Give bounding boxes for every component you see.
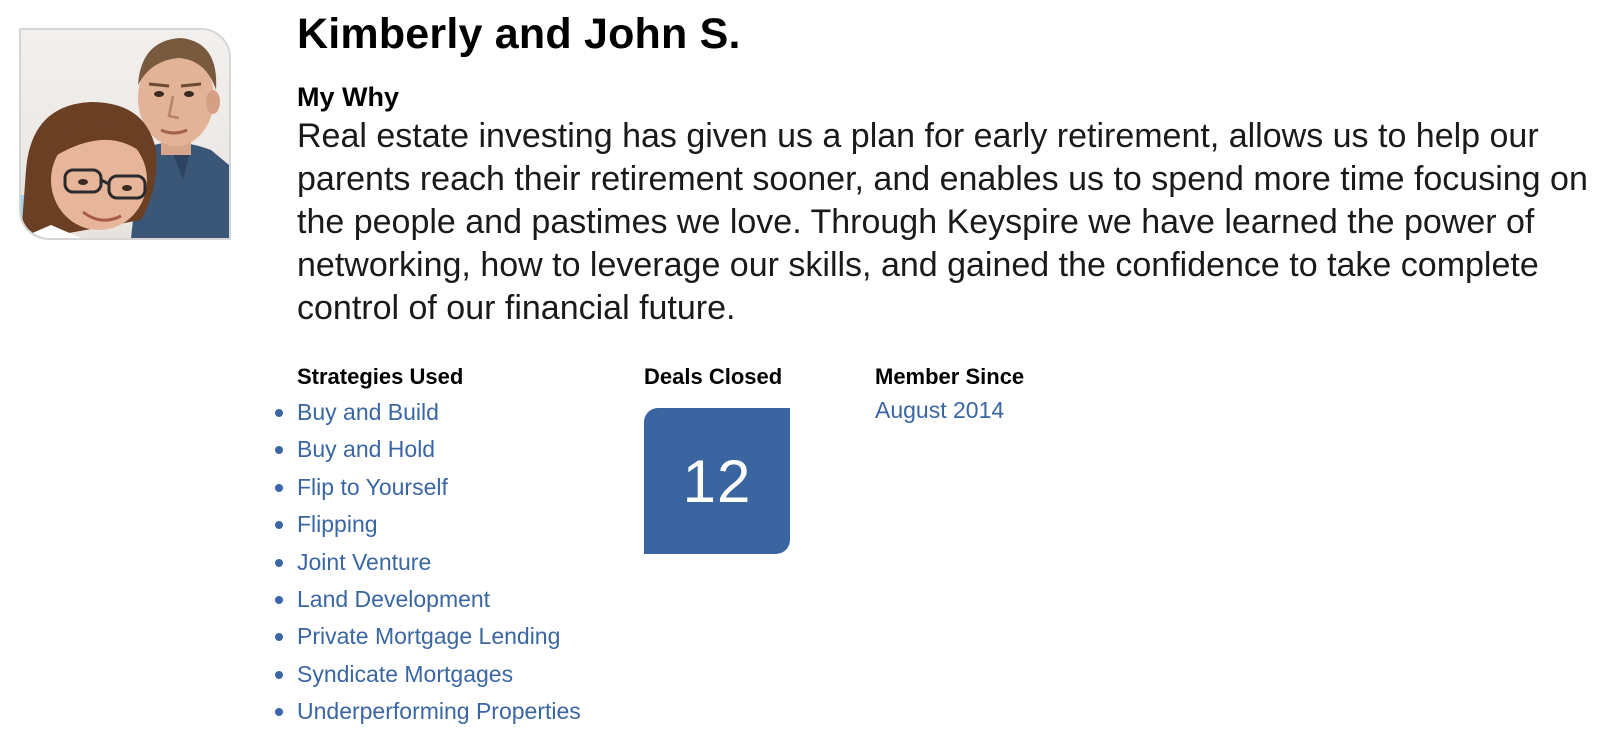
bullet-icon (275, 595, 283, 604)
strategy-label: Joint Venture (297, 548, 432, 575)
strategy-link-buy-and-build[interactable]: Buy and Build (275, 397, 581, 434)
strategy-link-underperforming-properties[interactable]: Underperforming Properties (275, 696, 581, 733)
deals-closed-value: 12 (682, 447, 752, 515)
strategy-link-joint-venture[interactable]: Joint Venture (275, 547, 581, 584)
bullet-icon (275, 633, 283, 642)
strategy-label: Private Mortgage Lending (297, 623, 561, 650)
bullet-icon (275, 670, 283, 679)
strategy-link-flipping[interactable]: Flipping (275, 509, 581, 546)
bullet-icon (275, 708, 283, 717)
member-since-value: August 2014 (875, 397, 1005, 423)
bullet-icon (275, 409, 283, 417)
strategy-label: Land Development (297, 585, 491, 612)
strategy-link-buy-and-hold[interactable]: Buy and Hold (275, 434, 581, 471)
bullet-icon (275, 446, 283, 455)
profile-photo-image (21, 30, 229, 238)
my-why-heading: My Why (297, 82, 400, 112)
strategy-label: Flipping (297, 511, 378, 538)
bullet-icon (275, 483, 283, 492)
deals-closed-heading: Deals Closed (644, 364, 783, 389)
strategy-label: Flip to Yourself (297, 473, 448, 500)
bullet-icon (275, 521, 283, 530)
strategy-label: Buy and Build (297, 399, 439, 425)
deals-closed-badge: 12 (644, 408, 790, 554)
member-name: Kimberly and John S. (297, 10, 741, 58)
member-since-heading: Member Since (875, 364, 1025, 389)
strategy-label: Syndicate Mortgages (297, 660, 514, 687)
strategy-link-private-mortgage-lending[interactable]: Private Mortgage Lending (275, 621, 581, 658)
strategy-link-flip-to-yourself[interactable]: Flip to Yourself (275, 472, 581, 509)
strategy-link-land-development[interactable]: Land Development (275, 584, 581, 621)
bullet-icon (275, 558, 283, 567)
strategies-list: Buy and Build Buy and Hold Flip to Yours… (275, 397, 581, 734)
strategy-label: Underperforming Properties (297, 698, 581, 725)
strategies-heading: Strategies Used (297, 364, 464, 389)
profile-photo (19, 28, 231, 240)
strategy-link-syndicate-mortgages[interactable]: Syndicate Mortgages (275, 659, 581, 696)
strategy-label: Buy and Hold (297, 436, 436, 463)
my-why-text: Real estate investing has given us a pla… (297, 117, 1588, 327)
